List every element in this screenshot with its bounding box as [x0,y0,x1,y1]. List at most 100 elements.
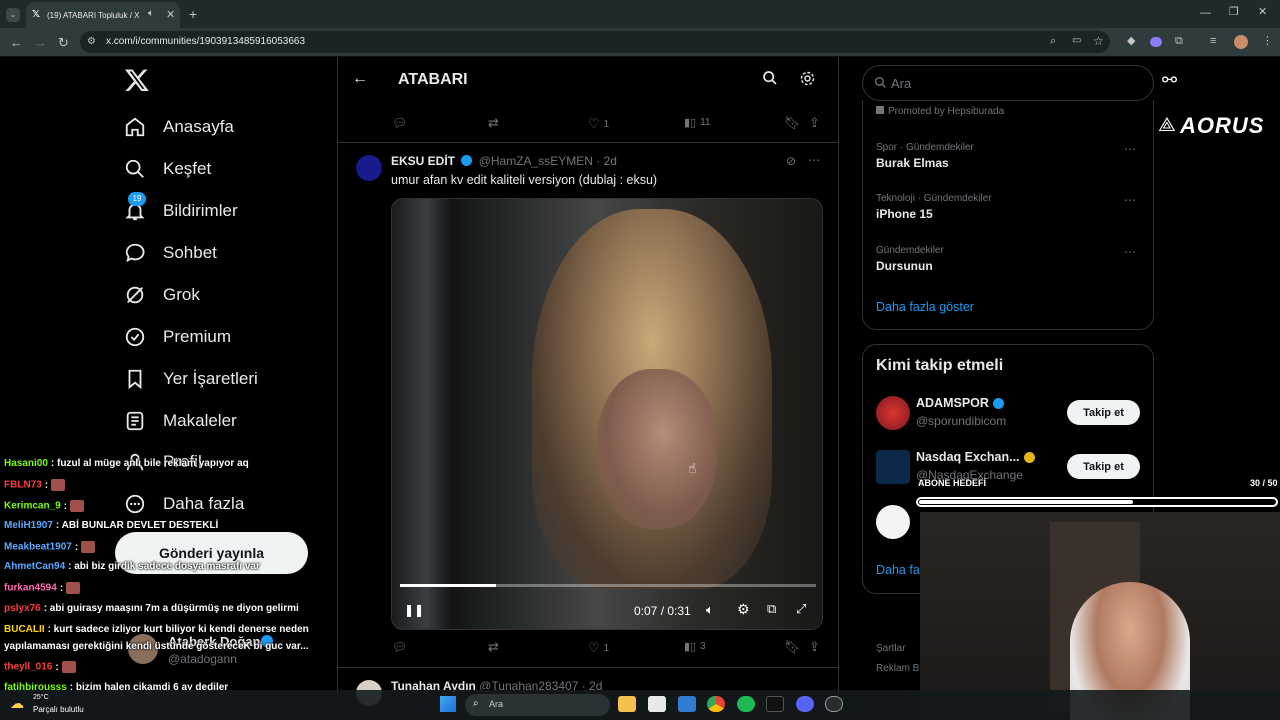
video-player[interactable]: ❚❚ 0:07 / 0:31 🔈︎ ⚙︎ ⧉ ⤢ [391,198,823,630]
tab-close-icon[interactable]: ✕ [166,8,175,21]
like-count: 1 [603,642,610,654]
nav-grok[interactable]: Grok [122,280,200,310]
trend-more-icon[interactable]: ⋯ [1124,142,1136,156]
views-count: 11 [700,117,711,128]
fullscreen-icon[interactable]: ⤢ [796,601,806,617]
community-settings-icon[interactable] [799,70,816,87]
suggestion-avatar-3[interactable] [876,505,910,539]
trend-name: Burak Elmas [876,156,949,170]
post-time[interactable]: · 2d [596,154,617,168]
trend-more-icon[interactable]: ⋯ [1124,193,1136,207]
pause-icon[interactable]: ❚❚ [404,603,424,617]
site-info-icon[interactable]: ⚙︎ [87,36,96,47]
tab-search-icon[interactable]: ⌄ [6,8,20,22]
chat-emote-icon [81,541,96,553]
browser-tab[interactable]: 𝕏 (19) ATABARI Topluluk / X 🔈︎ ✕ [26,2,180,28]
extension-icon-2[interactable] [1150,37,1162,47]
trend-more-icon[interactable]: ⋯ [1124,245,1136,259]
nav-explore[interactable]: Keşfet [122,154,211,184]
share-icon[interactable]: ⇪ [809,115,820,131]
back-icon[interactable]: ← [10,36,23,49]
reply-icon[interactable]: 💬︎ [392,116,407,130]
share-icon[interactable]: ⇪ [809,639,820,655]
profile-avatar[interactable] [1234,35,1248,49]
nav-bookmarks[interactable]: Yer İşaretleri [122,364,258,394]
chat-message: Hasani00: fuzul al müge anlı bile reklam… [4,458,249,469]
spotify-icon[interactable] [737,696,755,712]
trend-item[interactable]: Spor · Gündemdekiler Burak Elmas ⋯ [876,142,1146,170]
discord-icon[interactable] [796,696,814,712]
community-search-icon[interactable] [762,70,778,86]
trend-item[interactable]: Gündemdekiler Dursunun ⋯ [876,245,1146,273]
post-handle[interactable]: @HamZA_ssEYMEN [479,154,593,168]
weather-temp: 25°C [33,694,49,701]
weather-icon[interactable]: ☁︎ [10,695,24,712]
forward-icon[interactable]: → [34,36,47,49]
new-tab-icon[interactable]: + [189,7,197,21]
back-arrow-icon[interactable]: ← [352,70,368,88]
like-button[interactable]: ♡ 1 [588,116,609,132]
store-icon[interactable] [648,696,666,712]
mouse-cursor-icon: ☝︎ [688,460,697,476]
nav-premium[interactable]: Premium [122,322,231,352]
search-box[interactable]: Ara [862,65,1154,101]
minimize-icon[interactable]: — [1200,8,1211,19]
views-button[interactable]: ▮▯ 3 [684,640,706,653]
nav-home[interactable]: Anasayfa [122,112,234,142]
footer-ads-link[interactable]: Reklam Bil [876,663,924,674]
grok-post-icon[interactable]: ⊘ [786,154,796,168]
reply-icon[interactable]: 💬︎ [392,640,407,654]
nav-articles[interactable]: Makaleler [122,406,237,436]
tab-title: (19) ATABARI Topluluk / X [47,11,140,20]
x-logo-icon[interactable] [124,67,150,93]
maximize-icon[interactable]: ❐ [1229,7,1239,18]
bookmark-post-icon[interactable]: 🔖︎ [784,639,801,655]
start-button-icon[interactable] [440,696,456,712]
browser-menu-icon[interactable]: ⋮ [1262,36,1273,47]
repost-icon[interactable]: ⇄ [488,115,499,131]
file-explorer-icon[interactable] [618,696,636,712]
obs-icon[interactable] [825,696,843,712]
tab-mute-icon[interactable]: 🔈︎ [148,8,154,19]
capcut-icon[interactable] [766,696,784,712]
post-more-icon[interactable]: ⋯ [808,153,820,167]
zoom-icon[interactable]: ⌕ [1050,35,1056,48]
trend-item[interactable]: Teknoloji · Gündemdekiler iPhone 15 ⋯ [876,193,1146,221]
post-text: umur afan kv edit kaliteli versiyon (dub… [391,173,658,187]
suggestion-handle: @sporundibicom [916,414,1007,428]
reading-list-icon[interactable]: ≡ [1210,36,1216,47]
nav-notifications[interactable]: 19 Bildirimler [122,192,238,226]
volume-icon[interactable]: 🔈︎ [706,602,714,618]
video-settings-icon[interactable]: ⚙︎ [737,601,750,618]
bookmark-star-icon[interactable]: ☆ [1093,34,1104,48]
footer-terms-link[interactable]: Şartlar [876,643,905,654]
extension-icon-1[interactable]: ◆ [1127,36,1135,47]
chat-message: FBLN73: [4,479,66,491]
post-author[interactable]: EKSU EDİT [391,154,455,168]
repost-icon[interactable]: ⇄ [488,639,499,655]
divider [338,667,838,668]
reload-icon[interactable]: ↻ [58,36,69,49]
aorus-logo: ⟁ AORUS [1158,112,1276,140]
like-button[interactable]: ♡ 1 [588,640,609,656]
taskbar-search[interactable]: ⌕ Ara [465,694,610,716]
chat-text: : [44,479,49,491]
picture-in-picture-icon[interactable]: ⧉ [767,601,776,617]
chrome-icon[interactable] [707,696,725,712]
mail-icon[interactable] [678,696,696,712]
show-more-trends-link[interactable]: Daha fazla göster [876,300,974,314]
chat-username: Hasani00 [4,458,48,469]
bookmark-post-icon[interactable]: 🔖︎ [784,115,801,131]
extensions-puzzle-icon[interactable]: ⧉ [1175,36,1183,47]
chat-text: : ABİ BUNLAR DEVLET DESTEKLİ [55,520,219,531]
suggestion-item[interactable]: ADAMSPOR @sporundibicom Takip et [863,393,1155,437]
show-more-follow-link[interactable]: Daha fa [876,563,920,577]
follow-button[interactable]: Takip et [1067,454,1140,479]
follow-button[interactable]: Takip et [1067,400,1140,425]
window-close-icon[interactable]: ✕ [1258,7,1267,18]
post-avatar[interactable] [356,155,382,181]
address-bar[interactable]: ⚙︎ x.com/i/communities/19039134859160536… [80,31,1110,53]
cast-icon[interactable]: ▭ [1072,35,1081,46]
views-button[interactable]: ▮▯ 11 [684,116,711,129]
nav-chat[interactable]: Sohbet [122,238,217,268]
